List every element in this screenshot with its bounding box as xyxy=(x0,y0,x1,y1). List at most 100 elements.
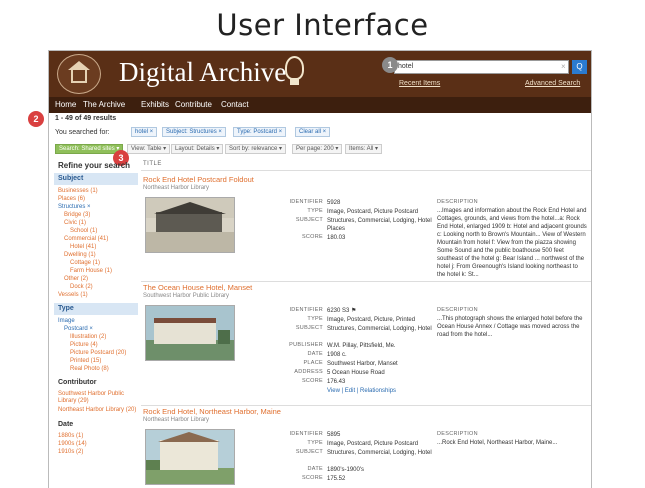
facet-subject-item[interactable]: Structures × xyxy=(58,204,91,210)
thumb-image xyxy=(146,430,234,484)
recent-items-link[interactable]: Recent Items xyxy=(399,80,440,87)
items-dropdown[interactable]: Items: All ▾ xyxy=(345,144,383,154)
nav-home[interactable]: Home xyxy=(55,100,76,109)
house-roof-icon xyxy=(68,61,90,70)
field-label: Identifier xyxy=(289,199,323,205)
facet-subject-item[interactable]: School (1) xyxy=(70,228,97,234)
lightbulb-icon xyxy=(285,56,304,80)
search-scope-dropdown[interactable]: Search: Shared sites ▾ xyxy=(55,144,124,154)
field-label: Subject xyxy=(295,325,323,331)
facet-subject-item[interactable]: Bridge (3) xyxy=(64,212,90,218)
facet-type-item[interactable]: Printed (15) xyxy=(70,358,101,364)
facet-subject-item[interactable]: Farm House (1) xyxy=(70,268,112,274)
record-title-link[interactable]: Rock End Hotel, Northeast Harbor, Maine xyxy=(143,407,281,416)
facet-contributor-item[interactable]: Southwest Harbor Public Library (29) xyxy=(58,391,138,405)
field-value: 175.52 xyxy=(327,476,346,482)
divider xyxy=(141,405,591,406)
field-label: Identifier xyxy=(289,431,323,437)
record-thumbnail[interactable] xyxy=(145,429,235,485)
facet-header-contributor[interactable]: Contributor xyxy=(54,377,101,388)
facet-type-item[interactable]: Postcard × xyxy=(64,326,93,332)
field-label: Subject xyxy=(295,217,323,223)
field-value: 1890's-1900's xyxy=(327,467,364,473)
field-value: Image, Postcard, Picture, Printed xyxy=(327,317,416,323)
thumb-image xyxy=(146,306,234,360)
sort-dropdown[interactable]: Sort by: relevance ▾ xyxy=(225,144,287,154)
facet-header-type[interactable]: Type xyxy=(54,303,138,315)
field-label: Score xyxy=(301,475,323,481)
record-action-links[interactable]: View | Edit | Relationships xyxy=(327,387,432,395)
facet-type-item[interactable]: Picture (4) xyxy=(70,342,98,348)
view-dropdown[interactable]: View: Table ▾ xyxy=(127,144,171,154)
record-description: ...Images and information about the Rock… xyxy=(437,208,587,278)
results-count: 1 - 49 of 49 results xyxy=(55,115,117,122)
field-value: 176.43 xyxy=(327,379,346,385)
slide: User Interface Digital Archive hotel × Q… xyxy=(0,0,645,488)
record-thumbnail[interactable] xyxy=(145,197,235,253)
layout-dropdown[interactable]: Layout: Details ▾ xyxy=(171,144,224,154)
facet-subject-item[interactable]: Places (6) xyxy=(58,196,85,202)
facet-contributor-item[interactable]: Northeast Harbor Library (20) xyxy=(58,407,138,414)
field-label: Publisher xyxy=(289,342,323,348)
nav-exhibits[interactable]: Exhibits xyxy=(141,100,169,109)
facet-date-item[interactable]: 1880s (1) xyxy=(58,433,83,439)
facet-date-item[interactable]: 1900s (14) xyxy=(58,441,87,447)
facet-type-item[interactable]: Image xyxy=(58,318,75,324)
advanced-search-link[interactable]: Advanced Search xyxy=(525,80,580,87)
field-value: 1908 c. xyxy=(327,352,347,358)
facet-subject-item[interactable]: Civic (1) xyxy=(64,220,86,226)
facet-header-subject[interactable]: Subject xyxy=(54,173,138,185)
refine-heading: Refine your search xyxy=(58,161,131,170)
field-label: Address xyxy=(294,369,323,375)
per-page-dropdown[interactable]: Per page: 200 ▾ xyxy=(292,144,343,154)
facet-header-date[interactable]: Date xyxy=(54,419,77,430)
clear-search-icon[interactable]: × xyxy=(561,62,566,71)
main-nav: Home The Archive Exhibits Contribute Con… xyxy=(49,97,591,113)
field-label: Place xyxy=(303,360,323,366)
facet-subject-item[interactable]: Businesses (1) xyxy=(58,188,98,194)
record-description: ...Rock End Hotel, Northeast Harbor, Mai… xyxy=(437,440,558,446)
facet-date-item[interactable]: 1910s (2) xyxy=(58,449,83,455)
facet-subject-item[interactable]: Dock (2) xyxy=(70,284,93,290)
record-thumbnail[interactable] xyxy=(145,305,235,361)
facet-subject-item[interactable]: Hotel (41) xyxy=(70,244,96,250)
field-label: Type xyxy=(307,208,323,214)
results-list: TITLE Rock End Hotel Postcard Foldout Nor… xyxy=(141,159,591,488)
search-button[interactable]: Q xyxy=(572,60,587,74)
facet-type-item[interactable]: Picture Postcard (20) xyxy=(70,350,126,356)
callout-marker-1: 1 xyxy=(382,57,398,73)
chip-clear-all[interactable]: Clear all × xyxy=(295,127,331,137)
record-title-link[interactable]: The Ocean House Hotel, Manset xyxy=(143,283,252,292)
divider xyxy=(141,281,591,282)
facet-subject-item[interactable]: Cottage (1) xyxy=(70,260,100,266)
searched-for-label: You searched for: xyxy=(55,129,110,136)
search-input[interactable]: hotel xyxy=(394,60,569,74)
nav-the-archive[interactable]: The Archive xyxy=(83,100,125,109)
facet-subject-item[interactable]: Other (2) xyxy=(64,276,88,282)
facet-subject-item[interactable]: Vessels (1) xyxy=(58,292,88,298)
facet-subject-item[interactable]: Dwelling (1) xyxy=(64,252,96,258)
field-label: Type xyxy=(307,316,323,322)
field-value: Image, Postcard, Picture Postcard xyxy=(327,209,419,215)
record-title-link[interactable]: Rock End Hotel Postcard Foldout xyxy=(143,175,254,184)
chip-hotel[interactable]: hotel × xyxy=(131,127,158,137)
field-value: Image, Postcard, Picture Postcard xyxy=(327,441,419,447)
nav-contact[interactable]: Contact xyxy=(221,100,249,109)
field-label: Identifier xyxy=(289,307,323,313)
field-label: Date xyxy=(307,466,323,472)
facet-type-item[interactable]: Real Photo (8) xyxy=(70,366,109,372)
column-title-header[interactable]: TITLE xyxy=(143,161,162,167)
nav-contribute[interactable]: Contribute xyxy=(175,100,212,109)
slide-title: User Interface xyxy=(216,8,429,42)
field-value: 5 Ocean House Road xyxy=(327,370,385,376)
facet-subject-item[interactable]: Commercial (41) xyxy=(64,236,108,242)
record-description: ...This photograph shows the enlarged ho… xyxy=(437,316,583,338)
field-label: Date xyxy=(307,351,323,357)
site-brand[interactable]: Digital Archive xyxy=(119,57,286,88)
field-value: W.M. Pillay, Pittsfield, Me. xyxy=(327,343,396,349)
chip-type-postcard[interactable]: Type: Postcard × xyxy=(233,127,287,137)
facet-type-item[interactable]: Illustration (2) xyxy=(70,334,106,340)
chip-subject-structures[interactable]: Subject: Structures × xyxy=(162,127,226,137)
lightbulb-base-icon xyxy=(290,79,299,85)
field-value: Structures, Commercial, Lodging, Hotel P… xyxy=(327,218,432,232)
